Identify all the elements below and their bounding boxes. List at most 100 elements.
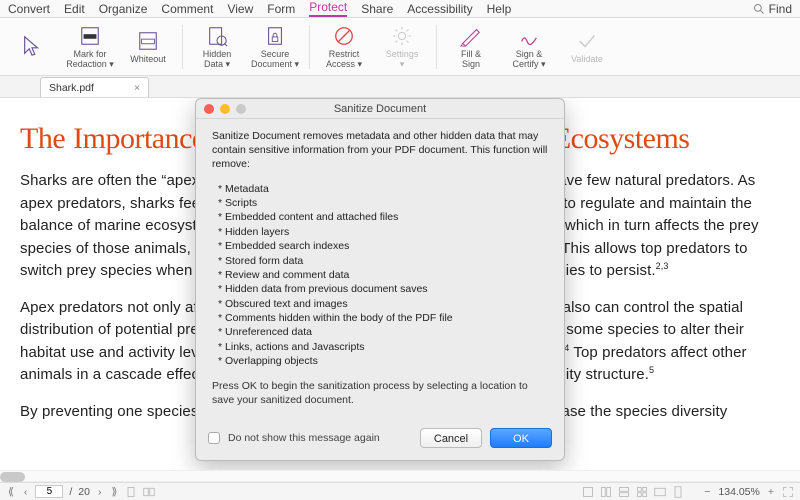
modal-overlay: Sanitize Document Sanitize Document remo… [0,98,800,482]
scrollbar-thumb[interactable] [0,472,25,482]
search-box[interactable]: Find [753,2,792,16]
page-sep: / [69,486,72,498]
tool-select[interactable] [6,21,58,73]
menu-accessibility[interactable]: Accessibility [407,2,472,16]
tool-sublabel: Redaction ▾ [66,60,114,70]
tool-sublabel: Access ▾ [326,60,362,70]
menu-protect[interactable]: Protect [309,0,347,17]
tool-sublabel: Data ▾ [204,60,230,70]
first-page-button[interactable]: ⟪ [6,486,16,498]
tool-label: Validate [571,55,603,65]
menu-edit[interactable]: Edit [64,2,85,16]
tool-sublabel: Certify ▾ [512,60,545,70]
horizontal-scrollbar[interactable] [0,470,800,482]
fullscreen-icon[interactable] [782,486,794,498]
dont-show-checkbox[interactable] [208,432,220,444]
layout-icon[interactable] [600,486,612,498]
dont-show-label: Do not show this message again [228,432,412,444]
list-item: Hidden layers [218,225,548,239]
document-tab[interactable]: Shark.pdf × [40,77,149,97]
ok-button[interactable]: OK [490,428,552,448]
menu-organize[interactable]: Organize [99,2,148,16]
dialog-item-list: Metadata Scripts Embedded content and at… [212,180,548,371]
search-placeholder: Find [769,2,792,16]
hidden-data-icon [206,25,228,47]
validate-icon [576,30,598,52]
redact-icon [79,25,101,47]
gear-icon [391,25,413,47]
minimize-window-icon[interactable] [220,104,230,114]
zoom-window-icon [236,104,246,114]
toolbar-separator [182,25,183,69]
menu-convert[interactable]: Convert [8,2,50,16]
list-item: Review and comment data [218,268,548,282]
document-viewport: The Importance of Sharks to Healthy Mari… [0,98,800,482]
sign-certify-icon [518,25,540,47]
tool-settings: Settings ▾ [376,21,428,73]
tool-hidden-data[interactable]: Hidden Data ▾ [191,21,243,73]
dialog-outro: Press OK to begin the sanitization proce… [212,380,548,407]
last-page-button[interactable]: ⟫ [109,486,119,498]
menu-form[interactable]: Form [267,2,295,16]
total-pages: 20 [78,486,90,498]
next-page-button[interactable]: › [96,486,104,498]
fill-sign-icon [460,25,482,47]
fit-icon[interactable] [654,486,666,498]
statusbar: ⟪ ‹ / 20 › ⟫ − 134.05% + [0,482,800,500]
list-item: Hidden data from previous document saves [218,282,548,296]
menu-view[interactable]: View [227,2,253,16]
zoom-in-button[interactable]: + [766,486,776,498]
tool-mark-redaction[interactable]: Mark for Redaction ▾ [64,21,116,73]
tool-secure-document[interactable]: Secure Document ▾ [249,21,301,73]
dialog-footer: Do not show this message again Cancel OK [196,428,564,460]
toolbar-separator [309,25,310,69]
tool-restrict-access[interactable]: Restrict Access ▾ [318,21,370,73]
menubar: Convert Edit Organize Comment View Form … [0,0,800,18]
layout-icon[interactable] [636,486,648,498]
dialog-title: Sanitize Document [196,103,564,115]
secure-icon [264,25,286,47]
list-item: Comments hidden within the body of the P… [218,311,548,325]
zoom-out-button[interactable]: − [702,486,712,498]
tool-sublabel: Document ▾ [251,60,299,70]
list-item: Links, actions and Javascripts [218,340,548,354]
toolbar-separator [436,25,437,69]
menu-comment[interactable]: Comment [161,2,213,16]
tool-validate: Validate [561,21,613,73]
tab-filename: Shark.pdf [49,82,94,94]
tabbar: Shark.pdf × [0,76,800,98]
layout-icon[interactable] [618,486,630,498]
toolbar: Mark for Redaction ▾ Whiteout Hidden Dat… [0,18,800,76]
tool-sublabel: ▾ [400,60,405,70]
list-item: Overlapping objects [218,354,548,368]
list-item: Embedded search indexes [218,239,548,253]
close-window-icon[interactable] [204,104,214,114]
list-item: Stored form data [218,253,548,267]
menu-help[interactable]: Help [487,2,512,16]
facing-pages-icon[interactable] [143,486,155,498]
dialog-intro: Sanitize Document removes metadata and o… [212,129,548,172]
layout-icon[interactable] [582,486,594,498]
single-page-icon[interactable] [125,486,137,498]
list-item: Unreferenced data [218,325,548,339]
tool-whiteout[interactable]: Whiteout [122,21,174,73]
sanitize-dialog: Sanitize Document Sanitize Document remo… [195,98,565,461]
tab-close-icon[interactable]: × [134,82,140,94]
window-controls [204,104,246,114]
cancel-button[interactable]: Cancel [420,428,482,448]
dialog-titlebar[interactable]: Sanitize Document [196,99,564,119]
prev-page-button[interactable]: ‹ [22,486,30,498]
fit-icon[interactable] [672,486,684,498]
page-number-input[interactable] [35,485,63,498]
tool-label: Whiteout [130,55,166,65]
cursor-icon [21,35,43,57]
tool-sublabel: Sign [462,60,480,70]
zoom-level[interactable]: 134.05% [718,486,759,498]
tool-sign-certify[interactable]: Sign & Certify ▾ [503,21,555,73]
menu-share[interactable]: Share [361,2,393,16]
restrict-icon [333,25,355,47]
list-item: Metadata [218,182,548,196]
search-icon [753,3,765,15]
tool-fill-sign[interactable]: Fill & Sign [445,21,497,73]
whiteout-icon [137,30,159,52]
